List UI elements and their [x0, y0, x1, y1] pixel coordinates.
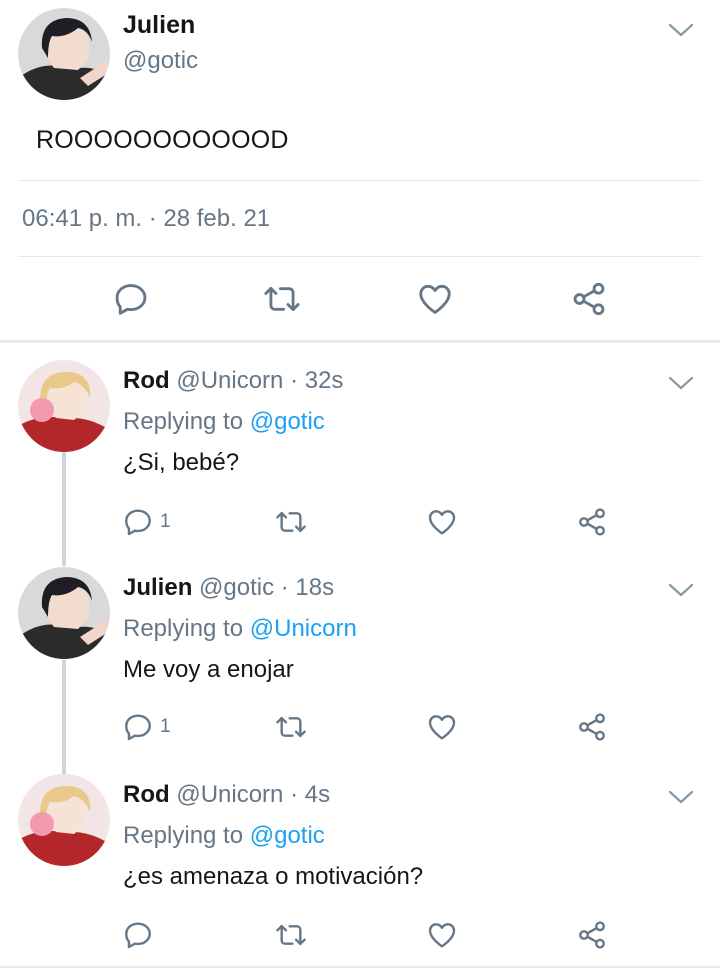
reply-header: Julien @gotic · 18s [123, 574, 334, 602]
divider [18, 180, 702, 181]
like-button[interactable] [415, 280, 455, 318]
reply-tweet[interactable]: Julien @gotic · 18s Replying to @Unicorn… [0, 567, 720, 767]
reply-icon [122, 919, 154, 951]
replying-to: Replying to @Unicorn [123, 615, 357, 643]
chevron-down-icon[interactable] [668, 789, 694, 805]
like-button[interactable] [425, 919, 459, 951]
replying-label: Replying to [123, 822, 244, 849]
replying-to: Replying to @gotic [123, 822, 325, 850]
like-button[interactable] [425, 711, 459, 743]
like-icon [425, 506, 459, 538]
reply-button[interactable] [112, 280, 150, 318]
tweet-text: Me voy a enojar [123, 656, 294, 683]
share-button[interactable] [570, 280, 608, 318]
reply-button[interactable]: 1 [122, 711, 171, 743]
chevron-down-icon[interactable] [668, 22, 694, 38]
retweet-icon [274, 711, 308, 743]
share-icon [576, 506, 608, 538]
replying-label: Replying to [123, 408, 244, 435]
avatar[interactable] [18, 360, 110, 452]
like-button[interactable] [425, 506, 459, 538]
author-handle[interactable]: @Unicorn [176, 781, 283, 808]
reply-icon [122, 711, 154, 743]
retweet-button[interactable] [274, 711, 308, 743]
reply-header: Rod @Unicorn · 4s [123, 781, 330, 809]
divider [0, 966, 720, 968]
reply-tweet[interactable]: Rod @Unicorn · 4s Replying to @gotic ¿es… [0, 774, 720, 966]
share-icon [570, 280, 608, 318]
share-icon [576, 919, 608, 951]
share-button[interactable] [576, 711, 608, 743]
share-icon [576, 711, 608, 743]
tweet-text: ¿Si, bebé? [123, 449, 240, 476]
retweet-button[interactable] [262, 280, 302, 318]
avatar[interactable] [18, 8, 110, 100]
tweet-age: · 18s [280, 574, 335, 601]
author-name[interactable]: Julien [123, 574, 192, 601]
tweet-age: · 4s [290, 781, 331, 808]
reply-header: Rod @Unicorn · 32s [123, 367, 343, 395]
author-handle[interactable]: @gotic [199, 574, 274, 601]
reply-count: 1 [160, 511, 171, 532]
retweet-icon [262, 280, 302, 318]
avatar[interactable] [18, 567, 110, 659]
tweet-text: ROOOOOOOOOOOD [36, 126, 289, 154]
chevron-down-icon[interactable] [668, 375, 694, 391]
retweet-button[interactable] [274, 506, 308, 538]
reply-icon [122, 506, 154, 538]
replying-to-link[interactable]: @Unicorn [250, 615, 357, 642]
tweet-text: ¿es amenaza o motivación? [123, 863, 424, 890]
like-icon [415, 280, 455, 318]
main-tweet: Julien @gotic ROOOOOOOOOOOD 06:41 p. m. … [0, 0, 720, 342]
author-handle[interactable]: @gotic [123, 47, 198, 75]
like-icon [425, 711, 459, 743]
chevron-down-icon[interactable] [668, 582, 694, 598]
reply-tweet[interactable]: Rod @Unicorn · 32s Replying to @gotic ¿S… [0, 360, 720, 560]
reply-button[interactable]: 1 [122, 506, 171, 538]
replying-to-link[interactable]: @gotic [250, 408, 325, 435]
reply-button[interactable] [122, 919, 154, 951]
author-name[interactable]: Julien [123, 11, 195, 40]
replying-to-link[interactable]: @gotic [250, 822, 325, 849]
replying-to: Replying to @gotic [123, 408, 325, 436]
divider [0, 340, 720, 343]
divider [18, 256, 702, 257]
reply-count: 1 [160, 716, 171, 737]
replying-label: Replying to [123, 615, 244, 642]
retweet-icon [274, 506, 308, 538]
retweet-icon [274, 919, 308, 951]
like-icon [425, 919, 459, 951]
author-handle[interactable]: @Unicorn [176, 367, 283, 394]
retweet-button[interactable] [274, 919, 308, 951]
tweet-timestamp: 06:41 p. m. · 28 feb. 21 [22, 205, 271, 232]
tweet-age: · 32s [290, 367, 344, 394]
share-button[interactable] [576, 506, 608, 538]
avatar[interactable] [18, 774, 110, 866]
share-button[interactable] [576, 919, 608, 951]
reply-icon [112, 280, 150, 318]
author-name[interactable]: Rod [123, 781, 170, 808]
author-name[interactable]: Rod [123, 367, 170, 394]
